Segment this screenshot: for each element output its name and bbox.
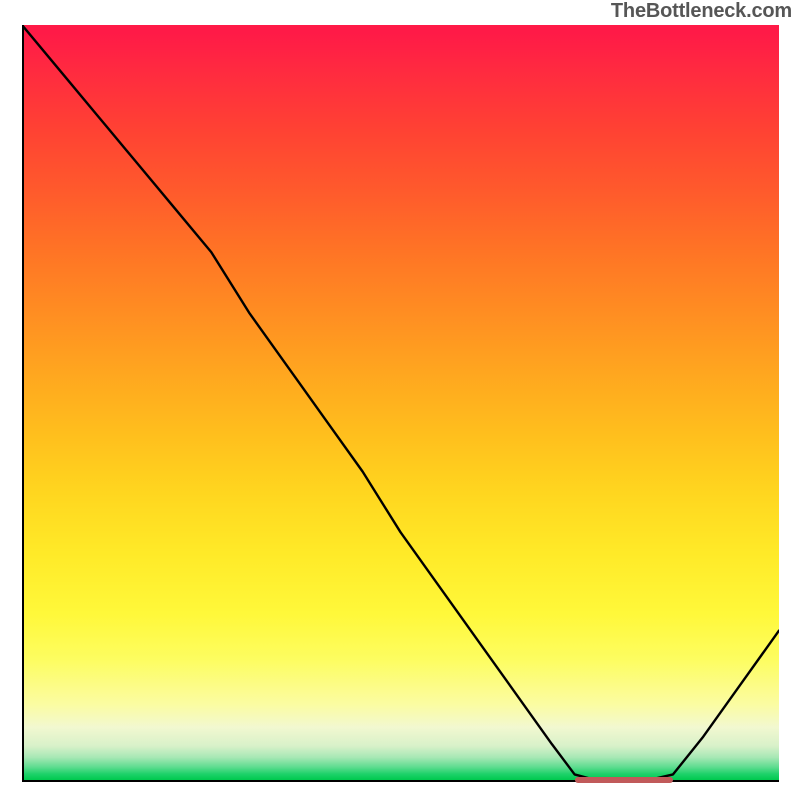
minimum-marker [575, 777, 673, 783]
plot-area [22, 25, 779, 782]
chart-container: TheBottleneck.com [0, 0, 800, 800]
attribution-text: TheBottleneck.com [611, 0, 792, 23]
